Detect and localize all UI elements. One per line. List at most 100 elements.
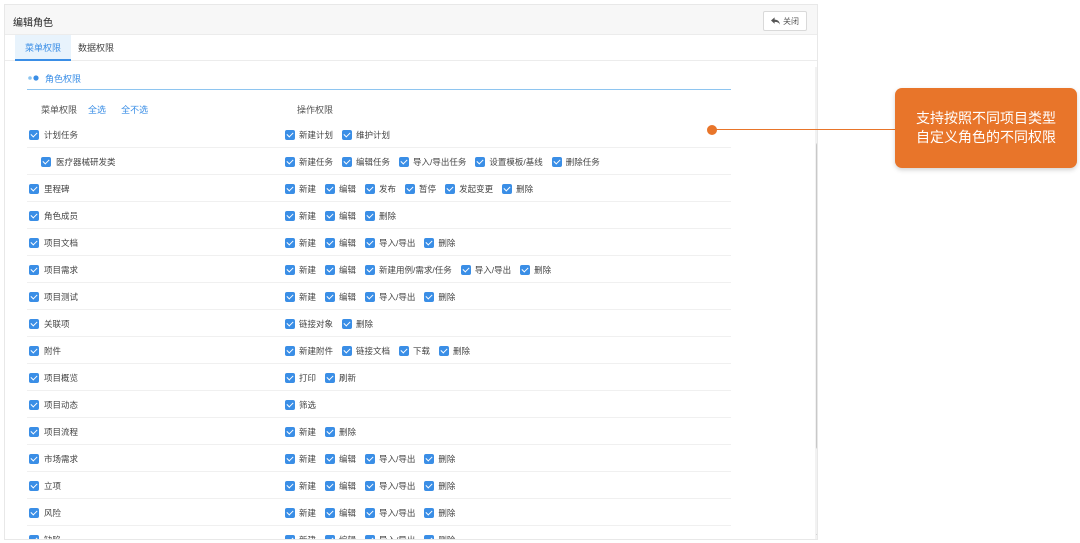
operation-item[interactable]: 编辑任务 bbox=[342, 156, 390, 168]
operation-item[interactable]: 新建计划 bbox=[285, 129, 333, 141]
tab-data-permissions[interactable]: 数据权限 bbox=[78, 35, 114, 61]
operation-item[interactable]: 编辑 bbox=[325, 480, 356, 492]
operation-checkbox[interactable] bbox=[365, 184, 376, 194]
operation-item[interactable]: 导入/导出 bbox=[365, 291, 415, 303]
operation-item[interactable]: 删除 bbox=[424, 507, 455, 519]
operation-checkbox[interactable] bbox=[325, 265, 336, 275]
operation-checkbox[interactable] bbox=[365, 535, 376, 539]
operation-item[interactable]: 导入/导出 bbox=[365, 480, 415, 492]
operation-checkbox[interactable] bbox=[405, 184, 416, 194]
operation-checkbox[interactable] bbox=[342, 346, 353, 356]
operation-checkbox[interactable] bbox=[475, 157, 486, 167]
operation-item[interactable]: 删除 bbox=[424, 534, 455, 539]
operation-item[interactable]: 删除 bbox=[365, 210, 396, 222]
operation-item[interactable]: 编辑 bbox=[325, 237, 356, 249]
operation-checkbox[interactable] bbox=[424, 238, 435, 248]
operation-checkbox[interactable] bbox=[325, 211, 336, 221]
operation-checkbox[interactable] bbox=[399, 157, 410, 167]
operation-item[interactable]: 新建 bbox=[285, 237, 316, 249]
menu-checkbox[interactable] bbox=[29, 184, 39, 194]
operation-item[interactable]: 新建 bbox=[285, 210, 316, 222]
operation-item[interactable]: 编辑 bbox=[325, 507, 356, 519]
operation-checkbox[interactable] bbox=[325, 238, 336, 248]
menu-checkbox[interactable] bbox=[29, 346, 39, 356]
operation-item[interactable]: 新建 bbox=[285, 453, 316, 465]
menu-checkbox[interactable] bbox=[29, 130, 39, 140]
operation-checkbox[interactable] bbox=[285, 400, 295, 410]
menu-checkbox[interactable] bbox=[29, 427, 39, 437]
operation-item[interactable]: 导入/导出 bbox=[460, 264, 511, 276]
menu-checkbox[interactable] bbox=[29, 292, 39, 302]
menu-checkbox[interactable] bbox=[29, 535, 39, 539]
operation-item[interactable]: 新建 bbox=[285, 264, 316, 276]
operation-item[interactable]: 编辑 bbox=[325, 534, 356, 539]
operation-checkbox[interactable] bbox=[325, 508, 336, 518]
operation-checkbox[interactable] bbox=[285, 319, 295, 329]
operation-checkbox[interactable] bbox=[325, 427, 336, 437]
operation-item[interactable]: 新建 bbox=[285, 507, 316, 519]
operation-checkbox[interactable] bbox=[424, 535, 435, 539]
scrollbar-thumb[interactable] bbox=[816, 143, 817, 449]
operation-checkbox[interactable] bbox=[285, 427, 295, 437]
operation-item[interactable]: 导入/导出 bbox=[365, 534, 415, 539]
operation-item[interactable]: 删除 bbox=[342, 318, 373, 330]
operation-item[interactable]: 维护计划 bbox=[342, 129, 390, 141]
operation-checkbox[interactable] bbox=[520, 265, 531, 275]
operation-checkbox[interactable] bbox=[285, 292, 295, 302]
operation-checkbox[interactable] bbox=[285, 265, 295, 275]
operation-checkbox[interactable] bbox=[365, 508, 376, 518]
operation-item[interactable]: 编辑 bbox=[325, 183, 356, 195]
operation-item[interactable]: 导入/导出 bbox=[365, 237, 415, 249]
operation-checkbox[interactable] bbox=[502, 184, 513, 194]
operation-item[interactable]: 编辑 bbox=[325, 453, 356, 465]
menu-checkbox[interactable] bbox=[29, 400, 39, 410]
operation-checkbox[interactable] bbox=[325, 292, 336, 302]
menu-checkbox[interactable] bbox=[41, 157, 51, 167]
operation-item[interactable]: 新建 bbox=[285, 426, 316, 438]
operation-item[interactable]: 删除任务 bbox=[551, 156, 600, 168]
select-none-link[interactable]: 全不选 bbox=[121, 105, 148, 115]
operation-item[interactable]: 新建 bbox=[285, 534, 316, 539]
operation-item[interactable]: 链接对象 bbox=[285, 318, 333, 330]
operation-item[interactable]: 刷新 bbox=[325, 372, 356, 384]
operation-item[interactable]: 删除 bbox=[424, 480, 455, 492]
operation-checkbox[interactable] bbox=[460, 265, 471, 275]
operation-checkbox[interactable] bbox=[424, 508, 435, 518]
operation-checkbox[interactable] bbox=[325, 184, 336, 194]
close-button[interactable]: 关闭 bbox=[763, 11, 807, 31]
operation-item[interactable]: 链接文档 bbox=[342, 345, 390, 357]
operation-checkbox[interactable] bbox=[325, 535, 336, 539]
operation-checkbox[interactable] bbox=[285, 238, 295, 248]
menu-checkbox[interactable] bbox=[29, 508, 39, 518]
operation-checkbox[interactable] bbox=[365, 211, 376, 221]
operation-item[interactable]: 导入/导出任务 bbox=[399, 156, 466, 168]
operation-item[interactable]: 删除 bbox=[502, 183, 533, 195]
operation-item[interactable]: 新建 bbox=[285, 183, 316, 195]
operation-item[interactable]: 打印 bbox=[285, 372, 316, 384]
operation-item[interactable]: 新建用例/需求/任务 bbox=[365, 264, 452, 276]
operation-checkbox[interactable] bbox=[439, 346, 450, 356]
menu-checkbox[interactable] bbox=[29, 238, 39, 248]
operation-checkbox[interactable] bbox=[325, 481, 336, 491]
operation-checkbox[interactable] bbox=[365, 292, 376, 302]
operation-item[interactable]: 筛选 bbox=[285, 399, 316, 411]
operation-checkbox[interactable] bbox=[285, 373, 295, 383]
operation-checkbox[interactable] bbox=[551, 157, 562, 167]
operation-item[interactable]: 新建 bbox=[285, 480, 316, 492]
operation-item[interactable]: 发布 bbox=[365, 183, 396, 195]
menu-checkbox[interactable] bbox=[29, 319, 39, 329]
operation-item[interactable]: 删除 bbox=[439, 345, 470, 357]
operation-checkbox[interactable] bbox=[285, 130, 295, 140]
operation-item[interactable]: 删除 bbox=[325, 426, 356, 438]
menu-checkbox[interactable] bbox=[29, 373, 39, 383]
operation-checkbox[interactable] bbox=[285, 157, 295, 167]
operation-checkbox[interactable] bbox=[445, 184, 456, 194]
operation-checkbox[interactable] bbox=[365, 454, 376, 464]
operation-checkbox[interactable] bbox=[365, 265, 376, 275]
operation-checkbox[interactable] bbox=[325, 454, 336, 464]
operation-checkbox[interactable] bbox=[365, 481, 376, 491]
operation-checkbox[interactable] bbox=[285, 346, 295, 356]
operation-checkbox[interactable] bbox=[424, 454, 435, 464]
operation-item[interactable]: 导入/导出 bbox=[365, 507, 415, 519]
scroll-down-icon[interactable]: ▾ bbox=[815, 533, 817, 539]
